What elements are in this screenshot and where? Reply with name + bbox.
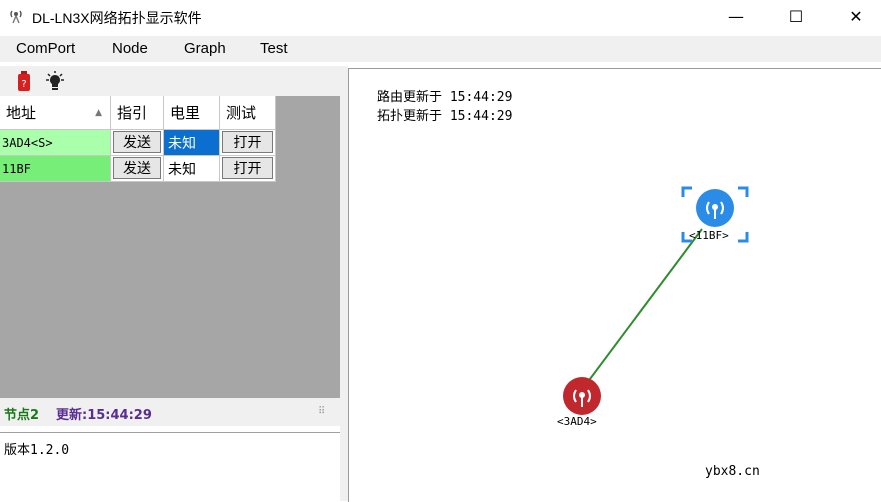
node-grid: 地址 ▲ 指引 电里 测试 3AD4<S> 发送 未知 打开 11BF 发送 未…: [0, 96, 340, 398]
open-button[interactable]: 打开: [222, 157, 273, 179]
bulb-icon[interactable]: [44, 71, 66, 91]
table-row-address[interactable]: 3AD4<S>: [0, 130, 111, 156]
antenna-icon: [10, 10, 22, 24]
table-cell-power[interactable]: 未知: [164, 130, 220, 156]
col-header-guide[interactable]: 指引: [111, 96, 164, 130]
col-header-guide-label: 指引: [117, 104, 148, 122]
col-header-address-label: 地址: [6, 104, 37, 122]
toolbar: ?: [0, 66, 340, 96]
node-label-3ad4: <3AD4>: [557, 415, 597, 428]
node-label-11bf: <11BF>: [689, 229, 729, 242]
menu-graph[interactable]: Graph: [184, 40, 226, 57]
menu-node[interactable]: Node: [112, 40, 148, 57]
menu-test[interactable]: Test: [260, 40, 288, 57]
menu-bar: ComPort Node Graph Test: [0, 36, 881, 62]
resize-grip-icon[interactable]: ⠿: [318, 406, 325, 417]
col-header-power[interactable]: 电里: [164, 96, 220, 130]
topology-graph: [563, 186, 749, 415]
col-header-power-label: 电里: [170, 104, 201, 122]
minimize-button[interactable]: —: [713, 0, 759, 32]
table-cell-test: 打开: [220, 156, 276, 182]
open-button[interactable]: 打开: [222, 131, 273, 153]
node-3ad4[interactable]: [563, 377, 601, 415]
maximize-icon: ☐: [788, 6, 804, 26]
node-count: 节点2: [4, 408, 40, 423]
close-button[interactable]: ✕: [833, 0, 879, 32]
svg-text:?: ?: [21, 79, 26, 90]
send-button[interactable]: 发送: [113, 131, 161, 153]
update-time: 更新:15:44:29: [56, 408, 152, 423]
log-area[interactable]: 版本1.2.0: [0, 432, 340, 502]
panel-splitter[interactable]: [340, 66, 348, 501]
table-cell-power[interactable]: 未知: [164, 156, 220, 182]
watermark: ybx8.cn: [705, 464, 760, 479]
title-bar: DL-LN3X网络拓扑显示软件 — ☐ ✕: [0, 0, 881, 34]
status-bar: 节点2 更新:15:44:29 ⠿: [0, 398, 340, 426]
table-row-address[interactable]: 11BF: [0, 156, 111, 182]
col-header-address[interactable]: 地址 ▲: [0, 96, 111, 130]
window-title: DL-LN3X网络拓扑显示软件: [32, 10, 202, 26]
battery-red-icon[interactable]: ?: [17, 71, 31, 91]
version-text: 版本1.2.0: [4, 443, 70, 458]
sort-up-icon: ▲: [95, 107, 102, 118]
maximize-button[interactable]: ☐: [773, 0, 819, 32]
table-cell-guide: 发送: [111, 156, 164, 182]
send-button[interactable]: 发送: [113, 157, 161, 179]
table-cell-test: 打开: [220, 130, 276, 156]
col-header-test-label: 测试: [226, 104, 257, 122]
close-icon: ✕: [849, 6, 863, 26]
menu-comport[interactable]: ComPort: [16, 40, 75, 57]
minimize-icon: —: [728, 6, 744, 26]
link-line: [586, 228, 703, 384]
col-header-test[interactable]: 测试: [220, 96, 276, 130]
table-cell-guide: 发送: [111, 130, 164, 156]
topology-canvas[interactable]: 路由更新于 15:44:29 拓扑更新于 15:44:29 <3AD4> <11…: [348, 68, 881, 502]
